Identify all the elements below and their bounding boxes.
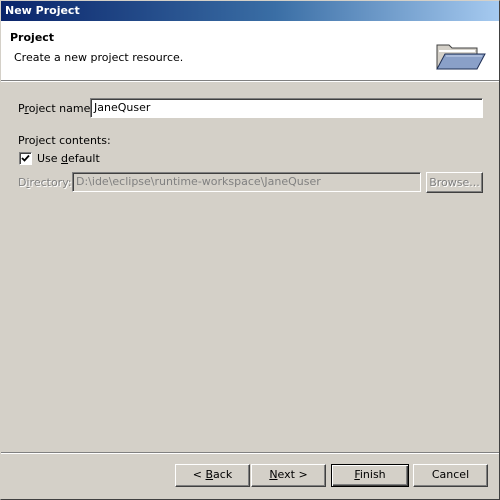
project-contents-label: Project contents:	[18, 134, 111, 147]
directory-input[interactable]: D:\ide\eclipse\runtime-workspace\JaneQus…	[72, 172, 421, 192]
use-default-label[interactable]: Use default	[37, 152, 100, 165]
project-name-label: Project name:	[18, 102, 95, 115]
next-button[interactable]: Next >	[251, 464, 326, 487]
use-default-checkbox[interactable]	[19, 152, 32, 165]
banner-description: Create a new project resource.	[14, 51, 184, 64]
window-title: New Project	[5, 4, 80, 17]
checkmark-icon	[21, 154, 30, 162]
finish-button[interactable]: Finish	[331, 464, 409, 487]
banner-separator	[1, 81, 499, 82]
banner-title: Project	[10, 31, 55, 44]
browse-button[interactable]: Browse...	[426, 172, 483, 193]
directory-value: D:\ide\eclipse\runtime-workspace\JaneQus…	[76, 175, 321, 188]
project-name-input[interactable]: JaneQuser	[90, 98, 483, 118]
title-bar[interactable]: New Project	[1, 1, 499, 21]
project-name-value: JaneQuser	[94, 101, 151, 114]
folder-icon	[433, 41, 487, 71]
back-button[interactable]: < Back	[175, 464, 250, 487]
footer-separator-highlight	[1, 453, 499, 454]
wizard-banner: Project Create a new project resource.	[1, 21, 499, 81]
cancel-button[interactable]: Cancel	[413, 464, 488, 487]
directory-label: Directory:	[18, 176, 72, 189]
new-project-dialog: New Project Project Create a new project…	[0, 0, 500, 500]
